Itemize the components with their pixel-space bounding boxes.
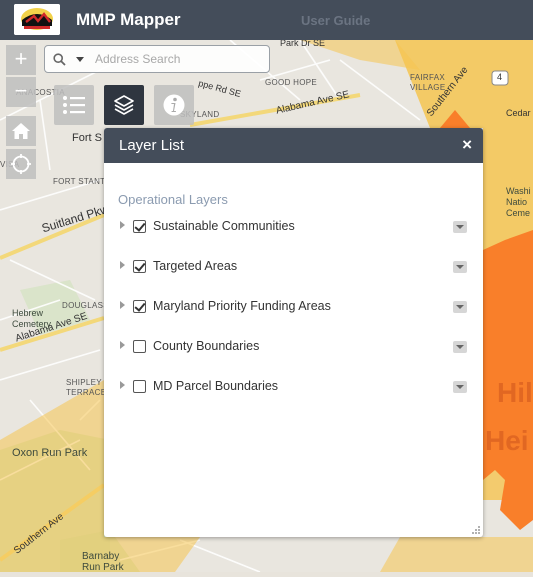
layer-checkbox[interactable] xyxy=(133,300,146,313)
app-title: MMP Mapper xyxy=(76,10,181,29)
about-widget-button[interactable] xyxy=(154,85,194,125)
map-label-douglass: DOUGLASS xyxy=(62,301,109,310)
zoom-in-button[interactable]: + xyxy=(6,45,36,75)
address-search xyxy=(44,45,270,73)
map-label-hei: Hei xyxy=(485,425,529,456)
layer-checkbox[interactable] xyxy=(133,380,146,393)
locate-button[interactable] xyxy=(6,149,36,179)
info-icon xyxy=(163,94,185,116)
search-input[interactable] xyxy=(95,51,265,67)
layer-row-sustainable-communities: Sustainable Communities xyxy=(104,215,483,239)
home-icon xyxy=(12,123,30,139)
search-icon xyxy=(53,53,66,66)
layer-label: Targeted Areas xyxy=(153,259,238,273)
map-label-washington-national: Washi Natio Ceme xyxy=(506,186,531,218)
home-button[interactable] xyxy=(6,116,36,146)
layer-label: Sustainable Communities xyxy=(153,219,295,233)
map-label-good-hope: GOOD HOPE xyxy=(265,78,318,87)
layer-checkbox[interactable] xyxy=(133,340,146,353)
map-label-shipley-terrace: SHIPLEY TERRACE xyxy=(66,378,107,397)
zoom-out-button[interactable]: − xyxy=(6,77,36,107)
expand-icon[interactable] xyxy=(120,381,125,389)
expand-icon[interactable] xyxy=(120,261,125,269)
expand-icon[interactable] xyxy=(120,341,125,349)
panel-title: Layer List xyxy=(119,137,185,154)
layer-menu-icon[interactable] xyxy=(453,341,467,353)
layer-menu-icon[interactable] xyxy=(453,261,467,273)
layer-menu-icon[interactable] xyxy=(453,381,467,393)
user-guide-link[interactable]: User Guide xyxy=(301,13,370,28)
close-button[interactable]: × xyxy=(462,135,472,155)
map-label-hil: Hil xyxy=(497,377,533,408)
maryland-seal-logo xyxy=(14,4,60,35)
route-4-shield: 4 xyxy=(497,72,503,82)
layer-list-widget-button[interactable] xyxy=(104,85,144,125)
layer-label: Maryland Priority Funding Areas xyxy=(153,299,331,313)
layer-label: County Boundaries xyxy=(153,339,260,353)
layer-menu-icon[interactable] xyxy=(453,301,467,313)
expand-icon[interactable] xyxy=(120,301,125,309)
layer-row-county-boundaries: County Boundaries xyxy=(104,335,483,359)
layer-row-parcel-boundaries: MD Parcel Boundaries xyxy=(104,375,483,399)
panel-header: Layer List × xyxy=(104,128,483,163)
layer-label: MD Parcel Boundaries xyxy=(153,379,279,393)
expand-icon[interactable] xyxy=(120,221,125,229)
locate-icon xyxy=(11,154,31,174)
layer-menu-icon[interactable] xyxy=(453,221,467,233)
layer-list-panel: Layer List × Operational Layers Sustaina… xyxy=(104,128,483,537)
layer-row-targeted-areas: Targeted Areas xyxy=(104,255,483,279)
layer-row-priority-funding-areas: Maryland Priority Funding Areas xyxy=(104,295,483,319)
map-label-cedar: Cedar xyxy=(506,108,531,118)
layers-icon xyxy=(114,95,134,115)
resize-grip-icon[interactable] xyxy=(471,525,481,535)
map-label-fort-s: Fort S xyxy=(72,132,102,144)
layer-checkbox[interactable] xyxy=(133,260,146,273)
map-label-barnaby-run-park: Barnaby Run Park xyxy=(82,551,124,573)
map-label-oxon-run-park: Oxon Run Park xyxy=(12,447,88,459)
search-source-dropdown-icon[interactable] xyxy=(76,57,84,63)
app-header: MMP Mapper User Guide xyxy=(0,0,533,40)
map-label-fairfax-village: FAIRFAX VILLAGE xyxy=(410,73,446,92)
operational-layers-heading: Operational Layers xyxy=(118,192,228,207)
layer-checkbox[interactable] xyxy=(133,220,146,233)
legend-widget-button[interactable] xyxy=(54,85,94,125)
map-label-fort-stanton: FORT STANTO xyxy=(53,177,112,186)
list-icon xyxy=(63,96,85,114)
